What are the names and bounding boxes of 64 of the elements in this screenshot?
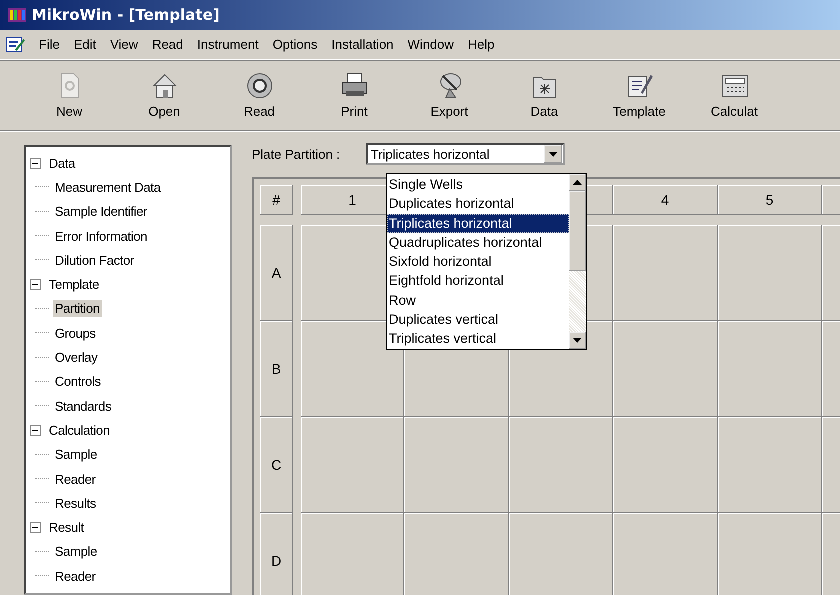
toolbar-button[interactable]: Data [497,60,592,130]
dropdown-option[interactable]: Quadruplicates horizontal [387,232,569,252]
row-header: A [260,225,293,321]
row-header: C [260,417,293,513]
tree-item[interactable]: Sample [53,446,100,464]
tree-item[interactable]: Measurement Data [53,178,163,196]
disc-icon [244,71,274,101]
menu-item[interactable]: Installation [324,37,401,52]
collapse-icon[interactable] [30,279,41,290]
collapse-icon[interactable] [30,522,41,534]
tree-item[interactable]: Data [47,154,78,172]
dropdown-option[interactable]: Duplicates horizontal [387,194,569,214]
window-title: MikroWin - [Template] [32,6,220,24]
toolbar-button[interactable]: Template [592,60,687,130]
tree-item[interactable]: Template [47,276,102,294]
dropdown-option[interactable]: Eightfold horizontal [387,271,569,291]
dropdown-arrow-icon [548,152,558,156]
tree-item[interactable]: Result [47,519,86,536]
column-header: 4 [613,185,718,215]
scrollbar[interactable] [569,174,586,349]
toolbar-button[interactable]: Open [117,60,212,130]
scroll-up-icon [573,180,582,185]
toolbar-button[interactable]: Read [212,60,307,130]
tree-item[interactable]: Partition [53,300,102,318]
tree-item[interactable]: Groups [53,324,98,342]
tree-item[interactable]: Results [53,494,98,512]
tree-item[interactable]: Error Information [53,228,150,245]
dropdown-option[interactable]: Triplicates horizontal [387,214,569,233]
partition-dropdown[interactable]: Triplicates horizontal [366,143,565,165]
tree-item[interactable]: Reader [53,470,98,488]
tree-item[interactable]: Standards [53,398,114,415]
collapse-icon[interactable] [30,158,41,169]
tree-item[interactable]: Dilution Factor [53,252,136,269]
dropdown-option[interactable]: Row [387,290,569,310]
row-header: B [260,321,293,417]
corner-header: # [260,185,293,215]
dropdown-option[interactable]: Duplicates vertical [387,310,569,330]
menu-item[interactable]: Window [400,37,462,52]
tree-item[interactable]: Overlay [53,349,100,366]
toolbar-button[interactable]: Print [307,60,402,130]
row-header: D [260,513,293,595]
menu-item[interactable]: Help [461,37,502,52]
tree-item[interactable]: Calculation [47,422,112,439]
toolbar-button[interactable]: Export [402,60,497,130]
tree-item[interactable]: Controls [53,373,104,390]
toolbar-button[interactable]: Calculat [687,60,782,130]
tree-item[interactable]: Sample Identifier [53,203,150,220]
tree-item[interactable]: Sample [53,543,100,560]
collapse-icon[interactable] [30,424,41,436]
dropdown-option[interactable]: Sixfold horizontal [387,252,569,272]
dropdown-option[interactable]: Triplicates vertical [387,329,569,349]
menu-item[interactable]: Edit [66,37,104,52]
tree-item[interactable]: Reader [53,568,98,585]
scroll-down-icon [573,338,582,343]
app-icon [8,8,26,22]
dropdown-option[interactable]: Single Wells [387,175,569,194]
field-label: Plate Partition : [252,146,342,162]
document-pen-icon[interactable] [6,36,26,54]
menu-item[interactable]: Instrument [190,37,266,52]
menu-item[interactable]: View [103,37,146,52]
menu-item[interactable]: File [32,37,67,52]
column-header: 5 [718,185,822,215]
menu-item[interactable]: Read [145,37,190,52]
menu-item[interactable]: Options [266,37,325,52]
